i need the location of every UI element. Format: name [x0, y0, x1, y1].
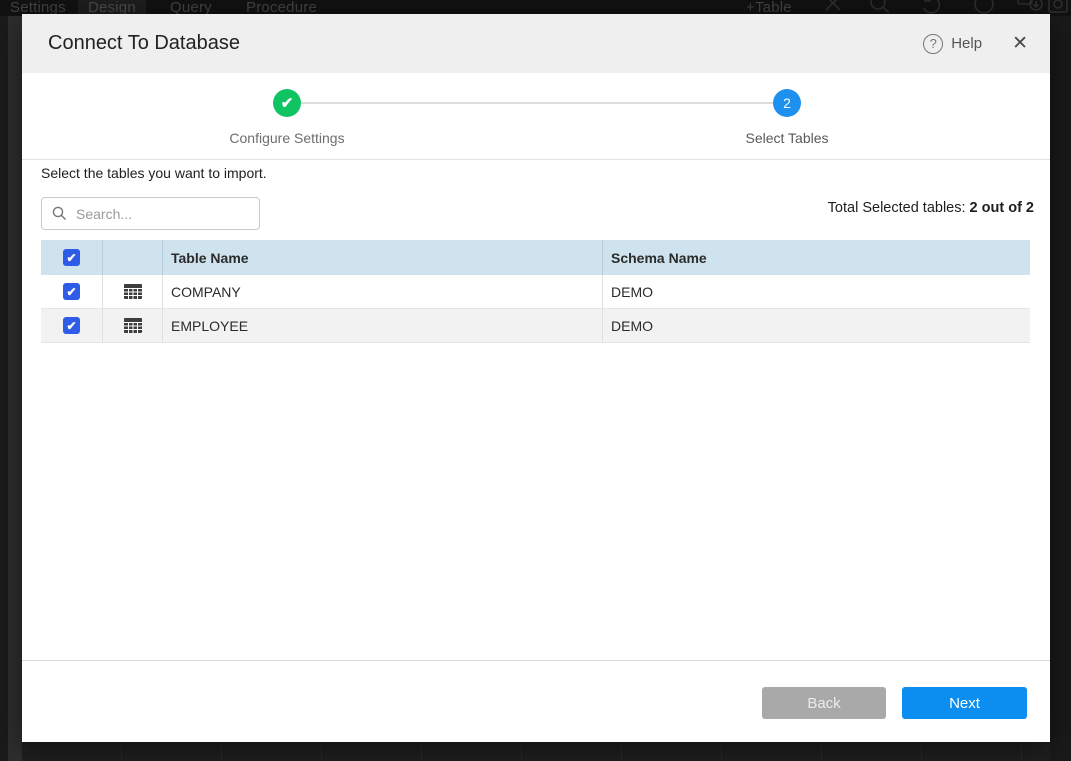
check-icon: ✔: [66, 286, 76, 298]
column-header-schema-name: Schema Name: [603, 240, 1030, 275]
cell-schema-name: DEMO: [603, 309, 1030, 342]
check-icon: ✔: [66, 320, 76, 332]
cell-schema-name: DEMO: [603, 275, 1030, 308]
step-1-complete-icon: ✔: [273, 89, 301, 117]
total-selected-value: 2 out of 2: [970, 200, 1034, 216]
table-row[interactable]: ✔ COMPANY DEMO: [41, 275, 1030, 309]
help-label: Help: [951, 35, 982, 52]
stepper-connector: [301, 102, 773, 104]
dialog-title: Connect To Database: [48, 32, 240, 55]
select-all-checkbox[interactable]: ✔: [63, 249, 80, 266]
total-selected-label: Total Selected tables:: [828, 200, 970, 216]
next-button[interactable]: Next: [902, 687, 1027, 719]
help-button[interactable]: ? Help: [923, 34, 982, 54]
step-2-indicator: 2: [773, 89, 801, 117]
total-selected-summary: Total Selected tables: 2 out of 2: [828, 200, 1034, 216]
step-1-label: Configure Settings: [229, 130, 344, 146]
search-input[interactable]: [41, 197, 260, 230]
column-header-table-name: Table Name: [163, 240, 603, 275]
table-search: [41, 197, 260, 230]
close-icon[interactable]: ✕: [1012, 34, 1028, 53]
connect-to-database-dialog: Connect To Database ? Help ✕ ✔ 2 Configu…: [22, 14, 1050, 742]
dialog-header: Connect To Database ? Help ✕: [22, 14, 1050, 73]
check-icon: ✔: [66, 252, 76, 264]
background-left-panel: [0, 16, 22, 761]
background-grid: [22, 742, 1050, 761]
row-checkbox[interactable]: ✔: [63, 283, 80, 300]
wizard-stepper: ✔ 2 Configure Settings Select Tables: [22, 73, 1050, 160]
step-2-label: Select Tables: [745, 130, 828, 146]
background-right-panel: [1050, 16, 1071, 761]
cell-table-name: EMPLOYEE: [163, 309, 603, 342]
icon-column-header: [103, 240, 163, 275]
tables-list: ✔ Table Name Schema Name ✔ COMPANY DEMO …: [41, 240, 1030, 343]
instruction-text: Select the tables you want to import.: [41, 165, 267, 181]
back-button[interactable]: Back: [762, 687, 886, 719]
cell-table-name: COMPANY: [163, 275, 603, 308]
table-grid-icon: [124, 318, 142, 333]
table-row[interactable]: ✔ EMPLOYEE DEMO: [41, 309, 1030, 343]
footer-divider: [22, 660, 1050, 661]
help-icon: ?: [923, 34, 943, 54]
table-grid-icon: [124, 284, 142, 299]
row-checkbox[interactable]: ✔: [63, 317, 80, 334]
table-header-row: ✔ Table Name Schema Name: [41, 240, 1030, 275]
search-icon: [52, 206, 67, 221]
